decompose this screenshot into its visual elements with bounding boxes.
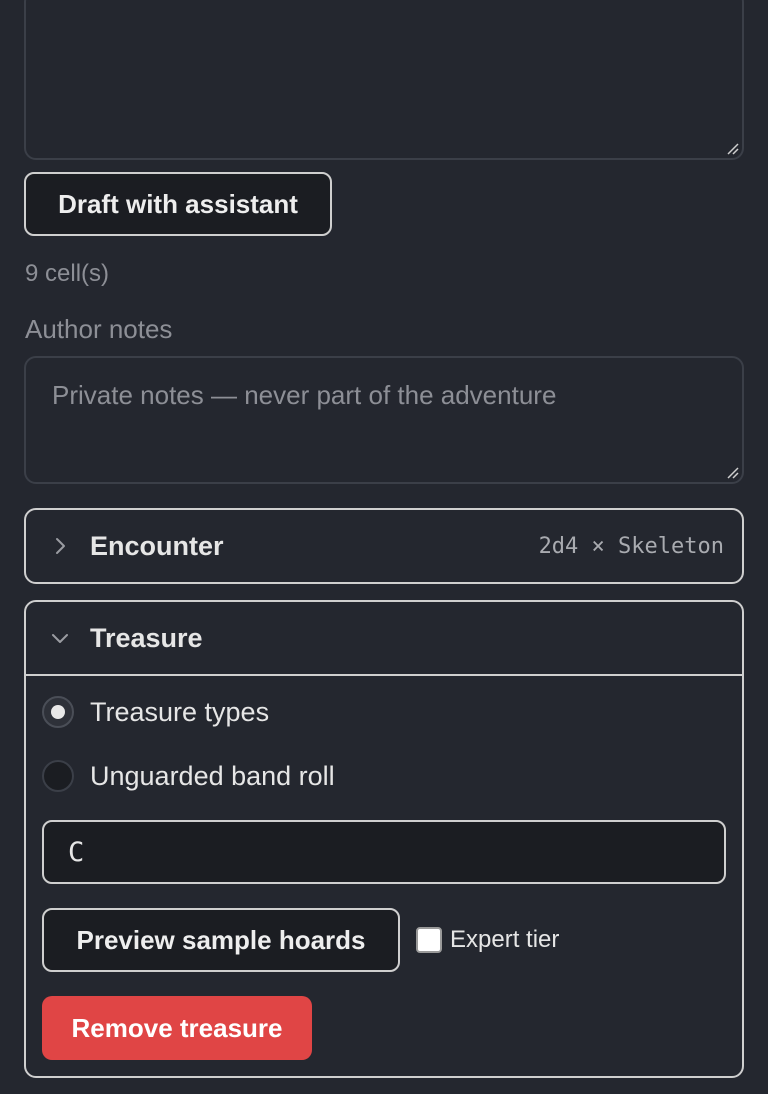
cells-count: 9 cell(s) bbox=[25, 260, 110, 287]
treasure-panel: Treasure Treasure types Unguarded band r… bbox=[24, 600, 744, 1078]
author-notes-textarea[interactable]: Private notes — never part of the advent… bbox=[24, 356, 744, 484]
radio-label-treasure-types: Treasure types bbox=[90, 696, 270, 727]
encounter-panel: Encounter 2d4 × Skeleton bbox=[24, 508, 744, 584]
encounter-summary: 2d4 × Skeleton bbox=[538, 533, 724, 559]
radio-option-unguarded-band-roll[interactable]: Unguarded band roll bbox=[42, 760, 335, 792]
treasure-panel-header[interactable]: Treasure bbox=[26, 602, 742, 676]
preview-sample-hoards-button[interactable]: Preview sample hoards bbox=[42, 908, 400, 972]
chevron-down-icon bbox=[52, 634, 68, 643]
expert-tier-checkbox[interactable] bbox=[416, 927, 442, 953]
radio-option-treasure-types[interactable]: Treasure types bbox=[42, 696, 269, 728]
treasure-type-value: C bbox=[68, 836, 85, 868]
radio-unguarded-band-roll[interactable] bbox=[42, 760, 74, 792]
resize-grip-icon[interactable] bbox=[727, 143, 739, 155]
remove-treasure-button[interactable]: Remove treasure bbox=[42, 996, 312, 1060]
radio-label-unguarded-band-roll: Unguarded band roll bbox=[90, 760, 335, 791]
author-notes-placeholder: Private notes — never part of the advent… bbox=[52, 380, 557, 410]
treasure-title: Treasure bbox=[90, 622, 203, 653]
resize-grip-icon[interactable] bbox=[727, 467, 739, 479]
radio-selected-dot bbox=[51, 705, 65, 719]
radio-treasure-types[interactable] bbox=[42, 696, 74, 728]
draft-with-assistant-button[interactable]: Draft with assistant bbox=[24, 172, 332, 236]
treasure-type-input[interactable]: C bbox=[42, 820, 726, 884]
description-textarea[interactable] bbox=[24, 0, 744, 160]
encounter-title: Encounter bbox=[90, 530, 224, 561]
expert-tier-label: Expert tier bbox=[450, 926, 560, 953]
expert-tier-toggle[interactable]: Expert tier bbox=[416, 926, 559, 954]
chevron-right-icon bbox=[56, 538, 65, 554]
author-notes-label: Author notes bbox=[25, 314, 173, 344]
encounter-panel-header[interactable]: Encounter 2d4 × Skeleton bbox=[26, 510, 742, 582]
